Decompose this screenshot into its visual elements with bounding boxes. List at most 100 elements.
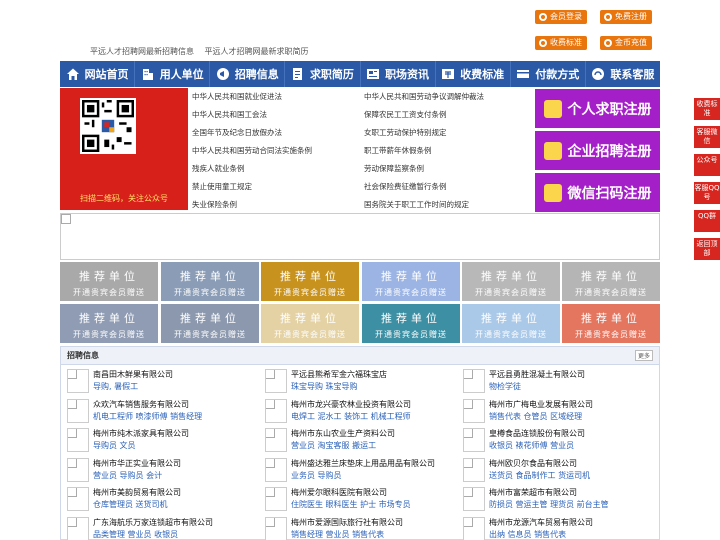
recommended-tile[interactable]: 推荐单位 开通贵宾会员赠送 bbox=[261, 262, 359, 301]
recommended-tile[interactable]: 推荐单位 开通贵宾会员赠送 bbox=[462, 304, 560, 343]
law-link[interactable]: 全国年节及纪念日放假办法 bbox=[192, 127, 282, 138]
side-back-to-top-button[interactable]: 返回顶部 bbox=[694, 238, 720, 260]
nav-employers[interactable]: 用人单位 bbox=[135, 61, 211, 87]
company-name[interactable]: 梅州市华正实业有限公司 bbox=[93, 458, 181, 469]
wechat-register-button[interactable]: 微信扫码注册 bbox=[535, 173, 660, 212]
job-list-item[interactable]: 梅州市华正实业有限公司 营业员 导购员 会计 bbox=[61, 456, 256, 486]
nav-contact[interactable]: 联系客服 bbox=[586, 61, 660, 87]
fees-button[interactable]: 收费标准 bbox=[535, 36, 587, 50]
company-name[interactable]: 梅州市富荣超市有限公司 bbox=[489, 487, 577, 498]
job-positions[interactable]: 营业员 淘宝客服 搬运工 bbox=[291, 440, 376, 451]
company-name[interactable]: 梅州市东山农业生产资料公司 bbox=[291, 428, 395, 439]
more-button[interactable]: 更多 bbox=[634, 350, 653, 361]
nav-fees[interactable]: 收费标准 bbox=[436, 61, 511, 87]
job-positions[interactable]: 电焊工 泥水工 装饰工 机械工程师 bbox=[291, 411, 411, 422]
job-list-item[interactable]: 梅州市龙兴豪农林业投资有限公司 电焊工 泥水工 装饰工 机械工程师 bbox=[259, 397, 454, 427]
job-positions[interactable]: 送货员 食品制作工 货运司机 bbox=[489, 470, 590, 481]
recommended-tile[interactable]: 推荐单位 开通贵宾会员赠送 bbox=[161, 262, 259, 301]
job-list-item[interactable]: 梅州市东山农业生产资料公司 营业员 淘宝客服 搬运工 bbox=[259, 426, 454, 456]
job-list-item[interactable]: 梅州欧贝尔食品有限公司 送货员 食品制作工 货运司机 bbox=[457, 456, 652, 486]
job-positions[interactable]: 机电工程师 喷漆师傅 销售经理 bbox=[93, 411, 202, 422]
job-positions[interactable]: 品类管理 营业员 收银员 bbox=[93, 529, 178, 540]
nav-home[interactable]: 网站首页 bbox=[60, 61, 136, 87]
company-name[interactable]: 梅州市美韵贸易有限公司 bbox=[93, 487, 181, 498]
recommended-tile[interactable]: 推荐单位 开通贵宾会员赠送 bbox=[562, 304, 660, 343]
law-link[interactable]: 女职工劳动保护特别规定 bbox=[364, 127, 447, 138]
nav-resumes[interactable]: 求职简历 bbox=[285, 61, 361, 87]
recharge-button[interactable]: 金币充值 bbox=[600, 36, 652, 50]
recommended-tile[interactable]: 推荐单位 开通贵宾会员赠送 bbox=[362, 304, 460, 343]
job-list-item[interactable]: 梅州市龙源汽车贸易有限公司 出纳 信息员 销售代表 bbox=[457, 515, 652, 540]
company-name[interactable]: 广东海航乐万家连锁超市有限公司 bbox=[93, 517, 213, 528]
job-list-item[interactable]: 南昌田木鲜果有限公司 导购, 暑假工 bbox=[61, 367, 256, 397]
job-positions[interactable]: 防损员 营运主管 理货员 前台主管 bbox=[489, 499, 609, 510]
employer-register-button[interactable]: 企业招聘注册 bbox=[535, 131, 660, 170]
company-name[interactable]: 梅州市龙兴豪农林业投资有限公司 bbox=[291, 399, 411, 410]
job-list-item[interactable]: 梅州盛达雅兰床垫床上用品用品有限公司 业务员 导购员 bbox=[259, 456, 454, 486]
law-link[interactable]: 失业保险条例 bbox=[192, 199, 237, 210]
company-name[interactable]: 梅州市纯木派家具有限公司 bbox=[93, 428, 189, 439]
nav-payment[interactable]: 付款方式 bbox=[511, 61, 586, 87]
job-positions[interactable]: 营业员 导购员 会计 bbox=[93, 470, 162, 481]
company-name[interactable]: 梅州市广梅电业发展有限公司 bbox=[489, 399, 593, 410]
law-link[interactable]: 保障农民工工资支付条例 bbox=[364, 109, 447, 120]
job-list-item[interactable]: 梅州市广梅电业发展有限公司 销售代表 仓管员 区域经理 bbox=[457, 397, 652, 427]
banner-image[interactable] bbox=[60, 213, 660, 260]
company-name[interactable]: 南昌田木鲜果有限公司 bbox=[93, 369, 173, 380]
job-positions[interactable]: 仓库管理员 送货司机 bbox=[93, 499, 168, 510]
nav-jobs[interactable]: 招聘信息 bbox=[210, 61, 286, 87]
job-positions[interactable]: 珠宝导购 珠宝导购 bbox=[291, 381, 358, 392]
law-link[interactable]: 禁止使用童工规定 bbox=[192, 181, 252, 192]
job-positions[interactable]: 住院医生 眼科医生 护士 市场专员 bbox=[291, 499, 411, 510]
register-button[interactable]: 免费注册 bbox=[600, 10, 652, 24]
job-list-item[interactable]: 梅州市美韵贸易有限公司 仓库管理员 送货司机 bbox=[61, 485, 256, 515]
job-positions[interactable]: 导购, 暑假工 bbox=[93, 381, 138, 392]
job-list-item[interactable]: 梅州市纯木派家具有限公司 导购员 文员 bbox=[61, 426, 256, 456]
company-name[interactable]: 平远县熊希军金六福珠宝店 bbox=[291, 369, 387, 380]
law-link[interactable]: 中华人民共和国工会法 bbox=[192, 109, 267, 120]
login-button[interactable]: 会员登录 bbox=[535, 10, 587, 24]
company-name[interactable]: 梅州盛达雅兰床垫床上用品用品有限公司 bbox=[291, 458, 435, 469]
company-name[interactable]: 梅州市爱源国际旅行社有限公司 bbox=[291, 517, 403, 528]
company-name[interactable]: 梅州爱尔眼科医院有限公司 bbox=[291, 487, 387, 498]
latest-resumes-link[interactable]: 平远人才招聘网最新求职简历 bbox=[205, 47, 309, 56]
law-link[interactable]: 中华人民共和国就业促进法 bbox=[192, 91, 282, 102]
recommended-tile[interactable]: 推荐单位 开通贵宾会员赠送 bbox=[161, 304, 259, 343]
side-qq-button[interactable]: 客服QQ号 bbox=[694, 182, 720, 204]
recommended-tile[interactable]: 推荐单位 开通贵宾会员赠送 bbox=[60, 262, 158, 301]
latest-jobs-link[interactable]: 平远人才招聘网最新招聘信息 bbox=[90, 47, 194, 56]
recommended-tile[interactable]: 推荐单位 开通贵宾会员赠送 bbox=[261, 304, 359, 343]
law-link[interactable]: 社会保险费征缴暂行条例 bbox=[364, 181, 447, 192]
law-link[interactable]: 职工带薪年休假条例 bbox=[364, 145, 432, 156]
side-official-account-button[interactable]: 公众号 bbox=[694, 154, 720, 176]
job-positions[interactable]: 物检学徒 bbox=[489, 381, 521, 392]
job-positions[interactable]: 导购员 文员 bbox=[93, 440, 136, 451]
nav-news[interactable]: 职场资讯 bbox=[361, 61, 436, 87]
job-list-item[interactable]: 梅州爱尔眼科医院有限公司 住院医生 眼科医生 护士 市场专员 bbox=[259, 485, 454, 515]
job-list-item[interactable]: 皇樽食品连锁股份有限公司 收银员 裱花师傅 营业员 bbox=[457, 426, 652, 456]
company-name[interactable]: 平远县勇胜混凝土有限公司 bbox=[489, 369, 585, 380]
recommended-tile[interactable]: 推荐单位 开通贵宾会员赠送 bbox=[462, 262, 560, 301]
job-positions[interactable]: 销售代表 仓管员 区域经理 bbox=[489, 411, 582, 422]
side-qq-group-button[interactable]: QQ群 bbox=[694, 210, 720, 232]
job-positions[interactable]: 业务员 导购员 bbox=[291, 470, 342, 481]
jobseeker-register-button[interactable]: 个人求职注册 bbox=[535, 89, 660, 128]
side-wechat-button[interactable]: 客服微信 bbox=[694, 126, 720, 148]
job-positions[interactable]: 收银员 裱花师傅 营业员 bbox=[489, 440, 574, 451]
job-list-item[interactable]: 平远县熊希军金六福珠宝店 珠宝导购 珠宝导购 bbox=[259, 367, 454, 397]
law-link[interactable]: 中华人民共和国劳动合同法实施条例 bbox=[192, 145, 312, 156]
job-list-item[interactable]: 众欢汽车销售服务有限公司 机电工程师 喷漆师傅 销售经理 bbox=[61, 397, 256, 427]
law-link[interactable]: 劳动保障监察条例 bbox=[364, 163, 424, 174]
company-name[interactable]: 梅州市龙源汽车贸易有限公司 bbox=[489, 517, 593, 528]
law-link[interactable]: 残疾人就业条例 bbox=[192, 163, 245, 174]
job-positions[interactable]: 销售经理 营业员 销售代表 bbox=[291, 529, 384, 540]
side-fees-button[interactable]: 收费标准 bbox=[694, 98, 720, 120]
company-name[interactable]: 梅州欧贝尔食品有限公司 bbox=[489, 458, 577, 469]
recommended-tile[interactable]: 推荐单位 开通贵宾会员赠送 bbox=[362, 262, 460, 301]
recommended-tile[interactable]: 推荐单位 开通贵宾会员赠送 bbox=[562, 262, 660, 301]
job-list-item[interactable]: 广东海航乐万家连锁超市有限公司 品类管理 营业员 收银员 bbox=[61, 515, 256, 540]
company-name[interactable]: 众欢汽车销售服务有限公司 bbox=[93, 399, 189, 410]
recommended-tile[interactable]: 推荐单位 开通贵宾会员赠送 bbox=[60, 304, 158, 343]
job-list-item[interactable]: 梅州市富荣超市有限公司 防损员 营运主管 理货员 前台主管 bbox=[457, 485, 652, 515]
job-positions[interactable]: 出纳 信息员 销售代表 bbox=[489, 529, 566, 540]
